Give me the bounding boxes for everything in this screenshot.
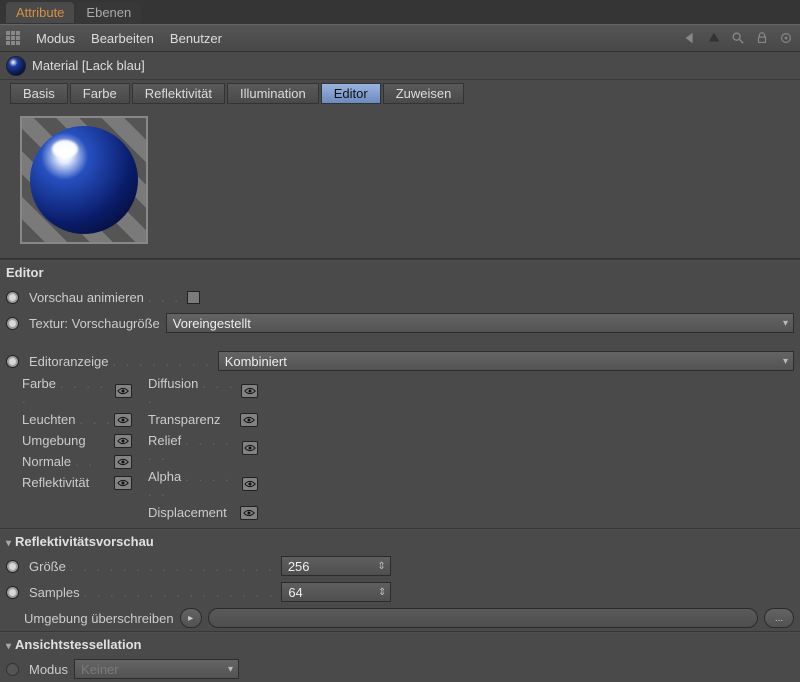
eye-icon[interactable] <box>241 384 258 398</box>
eye-icon[interactable] <box>240 413 258 427</box>
channel-displacement: Displacement <box>148 505 227 520</box>
param-bullet[interactable] <box>6 586 19 599</box>
tab-editor[interactable]: Editor <box>321 83 381 104</box>
textur-vorschaugroesse-dropdown[interactable]: Voreingestellt <box>166 313 794 333</box>
umgebung-link-button[interactable]: ▸ <box>180 608 202 628</box>
menu-modus[interactable]: Modus <box>36 31 75 46</box>
channel-farbe: Farbe. . . . . <box>22 376 115 406</box>
material-subtabs: Basis Farbe Reflektivität Illumination E… <box>0 80 800 106</box>
channel-diffusion: Diffusion. . . . <box>148 376 241 406</box>
eye-icon[interactable] <box>114 476 132 490</box>
view-grid-icon[interactable] <box>6 31 20 45</box>
param-bullet[interactable] <box>6 560 19 573</box>
section-editor-heading: Editor <box>0 261 800 284</box>
tab-attribute[interactable]: Attribute <box>6 2 74 23</box>
tab-reflektivitaet[interactable]: Reflektivität <box>132 83 225 104</box>
tab-farbe[interactable]: Farbe <box>70 83 130 104</box>
nav-up-icon[interactable] <box>706 30 722 46</box>
eye-icon[interactable] <box>115 384 132 398</box>
param-bullet[interactable] <box>6 317 19 330</box>
umgebung-browse-button[interactable]: ... <box>764 608 794 628</box>
section-tessellation-heading[interactable]: Ansichtstessellation <box>0 633 800 656</box>
label-editoranzeige: Editoranzeige. . . . . . . . <box>29 354 212 369</box>
channel-normale: Normale. . <box>22 454 95 469</box>
groesse-spinner[interactable]: 256 <box>281 556 391 576</box>
eye-icon[interactable] <box>114 455 132 469</box>
lock-icon[interactable] <box>754 30 770 46</box>
material-preview[interactable] <box>20 116 148 244</box>
section-reflekt-preview-heading[interactable]: Reflektivitätsvorschau <box>0 530 800 553</box>
tab-basis[interactable]: Basis <box>10 83 68 104</box>
channel-relief: Relief. . . . . . <box>148 433 242 463</box>
channel-reflektivitaet: Reflektivität <box>22 475 89 490</box>
channel-grid: Farbe. . . . . Leuchten. . . Umgebung No… <box>0 374 800 528</box>
target-icon[interactable] <box>778 30 794 46</box>
vorschau-animieren-checkbox[interactable] <box>187 291 200 304</box>
menubar: Modus Bearbeiten Benutzer <box>0 24 800 52</box>
label-samples: Samples. . . . . . . . . . . . . . . <box>29 585 275 600</box>
tab-illumination[interactable]: Illumination <box>227 83 319 104</box>
eye-icon[interactable] <box>242 441 258 455</box>
label-vorschau-animieren: Vorschau animieren. . . <box>29 290 181 305</box>
label-textur-vorschaugroesse: Textur: Vorschaugröße <box>29 316 160 331</box>
material-header: Material [Lack blau] <box>0 52 800 80</box>
tess-modus-dropdown[interactable]: Keiner <box>74 659 239 679</box>
menu-bearbeiten[interactable]: Bearbeiten <box>91 31 154 46</box>
param-bullet-disabled <box>6 663 19 676</box>
param-bullet[interactable] <box>6 355 19 368</box>
channel-alpha: Alpha. . . . . . <box>148 469 242 499</box>
label-groesse: Größe. . . . . . . . . . . . . . . . <box>29 559 275 574</box>
channel-leuchten: Leuchten. . . <box>22 412 113 427</box>
search-icon[interactable] <box>730 30 746 46</box>
samples-spinner[interactable]: 64 <box>281 582 391 602</box>
material-sphere-icon <box>6 56 26 76</box>
channel-transparenz: Transparenz <box>148 412 221 427</box>
umgebung-path-field[interactable] <box>208 608 758 628</box>
eye-icon[interactable] <box>242 477 258 491</box>
nav-back-icon[interactable] <box>682 30 698 46</box>
material-title: Material [Lack blau] <box>32 58 145 73</box>
eye-icon[interactable] <box>240 506 258 520</box>
channel-umgebung: Umgebung <box>22 433 86 448</box>
label-umgebung-ueberschreiben: Umgebung überschreiben <box>24 611 174 626</box>
tab-zuweisen[interactable]: Zuweisen <box>383 83 465 104</box>
tab-ebenen[interactable]: Ebenen <box>76 2 141 23</box>
editoranzeige-dropdown[interactable]: Kombiniert <box>218 351 794 371</box>
eye-icon[interactable] <box>114 434 132 448</box>
menu-benutzer[interactable]: Benutzer <box>170 31 222 46</box>
param-bullet[interactable] <box>6 291 19 304</box>
eye-icon[interactable] <box>114 413 132 427</box>
label-tess-modus: Modus <box>29 662 68 677</box>
